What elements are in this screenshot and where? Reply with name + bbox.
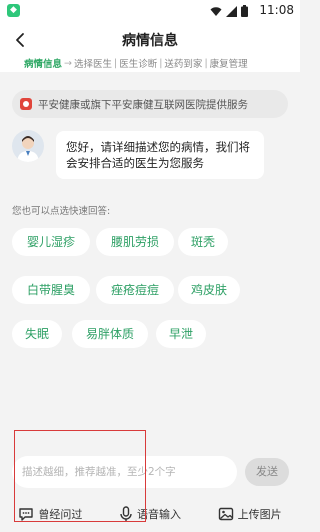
description-input-container xyxy=(12,456,237,488)
signal-icon xyxy=(226,5,237,17)
service-logo-icon xyxy=(20,98,32,110)
quick-chip[interactable]: 婴儿湿疹 xyxy=(12,228,90,256)
doctor-icon xyxy=(17,136,39,162)
progress-steps: 病情信息 → 选择医生 | 医生诊断 | 送药到家 | 康复管理 xyxy=(24,56,248,71)
step-separator: | xyxy=(204,57,208,69)
step-separator: | xyxy=(114,57,118,69)
send-button[interactable]: 发送 xyxy=(245,458,289,486)
step-condition-info: 病情信息 xyxy=(24,59,63,70)
app-notification-icon: ◆ xyxy=(7,4,20,17)
doctor-avatar xyxy=(12,130,44,162)
clock: 11:08 xyxy=(259,3,294,17)
quick-chip[interactable]: 白带腥臭 xyxy=(12,276,90,304)
battery-icon xyxy=(241,5,248,17)
quick-answer-label: 您也可以点选快速回答: xyxy=(12,206,111,217)
doctor-message: 您好，请详细描述您的病情，我们将会安排合适的医生为您服务 xyxy=(56,131,264,179)
quick-chip[interactable]: 腰肌劳损 xyxy=(96,228,174,256)
service-notice: 平安健康或旗下平安康健互联网医院提供服务 xyxy=(12,90,288,118)
voice-input-button[interactable]: 语音输入 xyxy=(119,505,181,522)
history-label: 曾经问过 xyxy=(38,507,83,521)
service-notice-text: 平安健康或旗下平安康健互联网医院提供服务 xyxy=(38,98,248,111)
step-separator: → xyxy=(64,57,72,69)
step-diagnosis: 医生诊断 xyxy=(119,59,158,70)
quick-chip[interactable]: 失眠 xyxy=(12,320,62,348)
quick-chip[interactable]: 早泄 xyxy=(156,320,206,348)
quick-chip[interactable]: 斑秃 xyxy=(178,228,228,256)
step-delivery: 送药到家 xyxy=(164,59,203,70)
wifi-icon xyxy=(210,6,222,16)
voice-input-label: 语音输入 xyxy=(136,507,181,521)
step-separator: | xyxy=(159,57,163,69)
image-upload-icon xyxy=(218,507,233,520)
bottom-toolbar: 曾经问过 语音输入 上传图片 xyxy=(0,495,300,532)
step-choose-doctor: 选择医生 xyxy=(73,59,112,70)
history-button[interactable]: 曾经问过 xyxy=(18,506,82,522)
chat-history-icon xyxy=(19,507,34,521)
header: 病情信息 病情信息 → 选择医生 | 医生诊断 | 送药到家 | 康复管理 xyxy=(0,22,300,72)
quick-chip[interactable]: 易胖体质 xyxy=(72,320,148,348)
status-icons xyxy=(210,5,248,17)
upload-image-label: 上传图片 xyxy=(237,507,282,521)
status-bar: ◆ 11:08 xyxy=(0,0,300,22)
quick-chip[interactable]: 痤疮痘痘 xyxy=(96,276,174,304)
upload-image-button[interactable]: 上传图片 xyxy=(218,506,282,522)
microphone-icon xyxy=(120,505,132,521)
quick-chip[interactable]: 鸡皮肤 xyxy=(178,276,240,304)
step-rehab: 康复管理 xyxy=(209,59,248,70)
page-title: 病情信息 xyxy=(122,33,178,49)
description-input[interactable] xyxy=(12,456,237,488)
